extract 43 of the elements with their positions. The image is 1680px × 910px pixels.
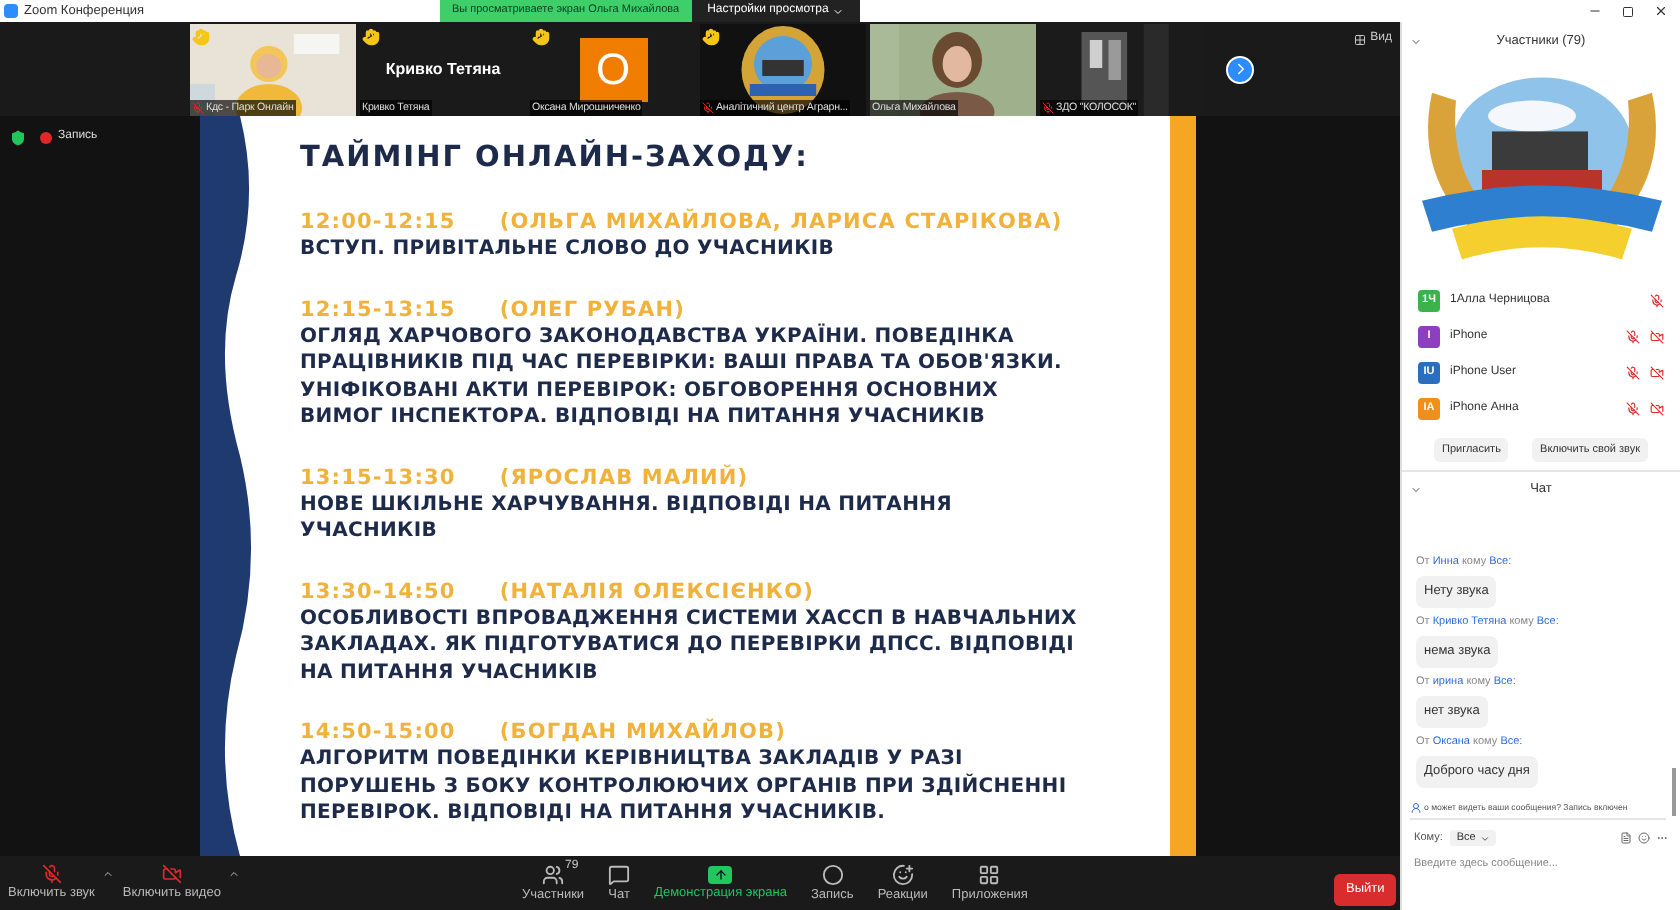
file-icon[interactable] [1620,832,1632,845]
speaker-names: (НАТАЛІЯ ОЛЕКСІЄНКО) [499,577,814,605]
scrollbar [1672,768,1676,816]
collapse-icon[interactable] [1410,484,1422,497]
close-icon[interactable] [1654,4,1668,18]
speaker-names: (БОГДАН МИХАЙЛОВ) [499,718,787,746]
agenda-text: ОСОБЛИВОСТІ ВПРОВАДЖЕННЯ СИСТЕМИ ХАССП В НАВЧАЛЬНИХ ЗАКЛАДАХ. ЯК ПІДГОТУВАТИСЯ ДО ПЕРЕВІРКИ ДПСС. ВІДПОВІДІ НА ПИТАННЯ УЧАСНИКІВ [300,605,1079,686]
grid-icon [1354,33,1367,45]
maximize-icon[interactable] [1622,5,1634,17]
time-range: 13:30-14:50 [300,577,456,605]
share-screen-icon [708,865,733,883]
video-off-icon [161,863,182,884]
record-icon [821,863,844,885]
agenda-text: ВСТУП. ПРИВІТАЛЬНЕ СЛОВО ДО УЧАСНИКІВ [300,236,837,263]
agenda-text: АЛГОРИТМ ПОВЕДІНКИ КЕРІВНИЦТВА ЗАКЛАДІВ У РАЗІ ПОРУШЕНЬ З БОКУ КОНТРОЛЮЮЧИХ ОРГАНІВ ПРИ ЗДІЙСНЕННІ ПЕРЕВІРОК. ВІДПОВІДІ НА ПИТАННЯ УЧАСНИКІВ. [300,746,1069,827]
speaker-names: (ОЛЕГ РУБАН) [499,295,685,323]
shield-icon [10,129,26,145]
muted-mic-icon [41,863,62,884]
participant-name: Кривко Тетяна [385,57,501,81]
minimize-icon[interactable] [1588,4,1602,18]
smiley-icon [891,863,914,885]
time-range: 12:00-12:15 [300,208,456,236]
agenda-text: НОВЕ ШКІЛЬНЕ ХАРЧУВАННЯ. ВІДПОВІДІ НА ПИТАННЯ УЧАСНИКІВ [300,491,954,545]
slide-title: ТАЙМІНГ ОНЛАЙН-ЗАХОДУ: [300,140,811,176]
emoji-icon[interactable] [1638,832,1650,845]
collapse-icon[interactable] [1410,36,1422,48]
agenda-text: ОГЛЯД ХАРЧОВОГО ЗАКОНОДАВСТВА УКРАЇНИ. ПОВЕДІНКА ПРАЦІВНИКІВ ПІД ЧАС ПЕРЕВІРКИ: ВАШІ ПРАВА ТА ОБОВ'ЯЗКИ. УНІФІКОВАНІ АКТИ ПЕРЕВІРОК: ОБГОВОРЕННЯ ОСНОВНИХ ВИМОГ ІНСПЕКТОРА. ВІДПОВІДІ НА ПИТАННЯ УЧАСНИКІВ [300,323,1064,431]
zoom-logo-icon [4,4,18,18]
speaker-names: (ОЛЬГА МИХАЙЛОВА, ЛАРИСА СТАРІКОВА) [499,208,1063,236]
user-icon [1410,801,1422,814]
grid-icon [978,863,1001,885]
people-icon [542,863,565,885]
speaker-names: (ЯРОСЛАВ МАЛИЙ) [499,463,749,491]
time-range: 12:15-13:15 [300,295,456,323]
caret-icon [1479,833,1490,844]
caret-icon [832,5,845,17]
chat-bubble-icon [608,863,631,885]
time-range: 13:15-13:30 [300,463,456,491]
next-page-button[interactable] [1226,55,1254,83]
caret-icon[interactable] [102,867,115,880]
time-range: 14:50-15:00 [300,718,456,746]
caret-icon[interactable] [228,867,241,880]
participant-avatar: O [579,37,647,101]
